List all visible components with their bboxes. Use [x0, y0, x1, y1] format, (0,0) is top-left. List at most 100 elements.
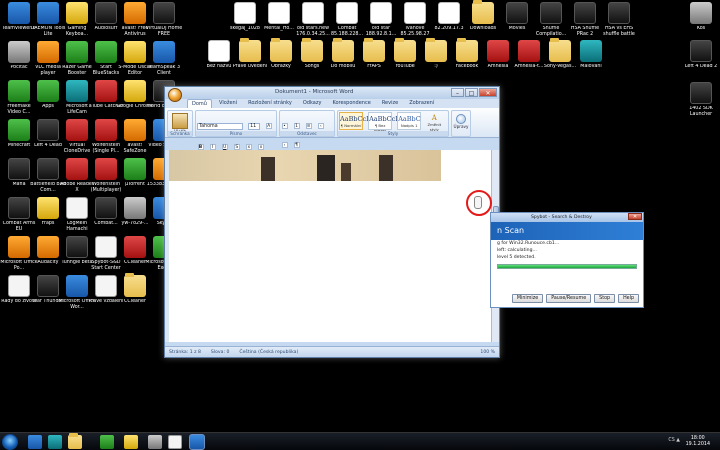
desktop-icon[interactable]: 1402 SDK Launcher [682, 82, 720, 118]
desktop-icon[interactable]: Koš [682, 2, 720, 32]
minimize-button[interactable]: – [451, 88, 464, 97]
app-icon [425, 38, 447, 62]
style-normal[interactable]: AaBbCcDc ¶ Normální [339, 112, 375, 130]
desktop-icon-label: old star 188.92.8.1... [365, 26, 397, 37]
app-icon [95, 2, 117, 24]
app-icon [37, 41, 59, 63]
help-button[interactable]: Help [618, 294, 639, 303]
app-icon [95, 119, 117, 141]
desktop-icon-label: CCleaner [124, 299, 146, 304]
document-page[interactable] [169, 150, 491, 342]
stop-button[interactable]: Stop [594, 294, 616, 303]
status-words[interactable]: Slova: 0 [211, 350, 229, 355]
increase-indent-icon[interactable]: › [281, 142, 288, 148]
desktop-icon[interactable]: Movies [498, 2, 536, 32]
tab-view[interactable]: Zobrazení [405, 99, 438, 108]
taskbar-explorer-icon[interactable] [68, 433, 82, 449]
paste-icon[interactable] [172, 113, 188, 129]
desktop-icon[interactable]: Mental_Ho... [260, 2, 298, 32]
bullets-icon[interactable]: • [281, 123, 288, 129]
decrease-indent-icon[interactable]: ‹ [317, 123, 324, 129]
show-marks-icon[interactable]: ¶ [293, 142, 300, 148]
tab-page-layout[interactable]: Rozložení stránky [244, 99, 296, 108]
grow-font-icon[interactable]: A [265, 123, 272, 129]
taskbar-word-icon[interactable] [190, 435, 204, 449]
desktop-icon[interactable]: CCleaner [116, 273, 154, 305]
status-language[interactable]: Čeština (Česká republika) [239, 350, 298, 355]
desktop-icon[interactable]: old star 188.92.8.1... [362, 2, 400, 38]
clock[interactable]: 18:00 19.1.2014 [686, 436, 710, 448]
desktop-icon-label: 82.209.17.3 [434, 26, 464, 31]
scan-header: n Scan [491, 222, 643, 240]
scan-dialog[interactable]: Spybot - Search & Destroy ✕ n Scan g for… [490, 212, 644, 308]
status-page[interactable]: Stránka: 1 z 8 [169, 350, 201, 355]
taskbar-utorrent-icon[interactable] [100, 435, 114, 449]
taskbar-display-icon[interactable] [168, 435, 182, 449]
group-editing: Úpravy [451, 110, 471, 137]
tab-review[interactable]: Revize [378, 99, 402, 108]
desktop-icon[interactable]: Left 4 Dead 2 [682, 40, 720, 70]
desktop-icon[interactable]: Shuffle Compilatio... [532, 2, 570, 38]
app-icon [8, 119, 30, 141]
taskbar-ie-icon[interactable] [28, 435, 42, 449]
app-icon [124, 2, 146, 24]
style-normal-preview: AaBbCcDc [340, 115, 375, 123]
desktop-icon-label: Mental_Ho... [264, 26, 294, 31]
app-icon [8, 236, 30, 258]
minimize-scan-button[interactable]: Minimize [511, 294, 544, 303]
numbering-icon[interactable]: 1 [293, 123, 300, 129]
taskbar-chrome-icon[interactable] [124, 435, 138, 449]
desktop-icon[interactable]: Downloads [464, 0, 502, 32]
app-icon [438, 2, 460, 24]
change-styles-icon: A [431, 114, 437, 122]
style-no-spacing[interactable]: AaBbCcDc ¶ Bez mezer [368, 112, 404, 133]
desktop-icon[interactable]: TeamSpeak 3 Client [145, 41, 183, 77]
zoom-level[interactable]: 100 % [480, 350, 495, 355]
app-icon [37, 197, 59, 219]
app-icon [124, 273, 146, 297]
office-button[interactable] [168, 88, 182, 102]
style-heading-1[interactable]: AaBbC Nadpis 1 [397, 112, 422, 130]
desktop-icon[interactable]: HSA Shuffle PRac 2 [566, 2, 604, 38]
group-name-font: Písmo [196, 131, 276, 136]
word-window[interactable]: Dokument1 - Microsoft Word – □ ✕ Domů Vl… [164, 86, 500, 358]
tab-mailings[interactable]: Korespondence [328, 99, 374, 108]
pause-resume-button[interactable]: Pause/Resume [546, 294, 592, 303]
style-heading-1-preview: AaBbC [398, 115, 421, 123]
desktop-icon[interactable]: Malování [572, 40, 610, 70]
app-icon [208, 40, 230, 62]
start-button[interactable] [2, 434, 18, 450]
tab-insert[interactable]: Vložení [215, 99, 241, 108]
app-icon [124, 41, 146, 63]
app-icon [66, 80, 88, 102]
taskbar-skype-icon[interactable] [48, 435, 62, 449]
font-name-input[interactable]: Tahoma [197, 123, 243, 130]
app-icon [456, 38, 478, 62]
binoculars-icon[interactable] [456, 114, 466, 124]
desktop-icon[interactable]: 82.209.17.3 [430, 2, 468, 32]
desktop-icon[interactable]: Ivanové 85.25.98.27 [396, 2, 434, 38]
desktop-icon-label: Downloads [469, 26, 497, 31]
maximize-button[interactable]: □ [465, 88, 478, 97]
scan-titlebar[interactable]: Spybot - Search & Destroy ✕ [491, 213, 643, 222]
document-image[interactable] [169, 150, 441, 181]
desktop-icon[interactable]: old stars.new 176.0.34.25... [294, 2, 332, 38]
scan-close-button[interactable]: ✕ [628, 213, 642, 220]
app-icon [124, 158, 146, 180]
desktop-icon[interactable]: VirtualDJ Home FREE [145, 2, 183, 38]
tab-home[interactable]: Domů [187, 99, 212, 108]
taskbar-rdp-icon[interactable] [148, 435, 162, 449]
desktop-icon[interactable]: skegaj_1028 [226, 2, 264, 32]
change-styles-button[interactable]: A Změnit styly [426, 112, 442, 132]
desktop-icon[interactable]: Combat 85.188.228... [328, 2, 366, 38]
system-tray[interactable]: CS ▲ [668, 438, 680, 443]
app-icon [95, 197, 117, 219]
app-icon [37, 236, 59, 258]
tab-references[interactable]: Odkazy [299, 99, 326, 108]
close-button[interactable]: ✕ [479, 88, 497, 97]
font-size-input[interactable]: 11 [248, 123, 261, 130]
word-titlebar[interactable]: Dokument1 - Microsoft Word – □ ✕ [165, 87, 499, 99]
group-name-paragraph: Odstavec [280, 131, 334, 136]
desktop-icon[interactable]: HSA vs EHS shuffle battle [600, 2, 638, 38]
multilevel-icon[interactable]: ≡ [305, 123, 312, 129]
